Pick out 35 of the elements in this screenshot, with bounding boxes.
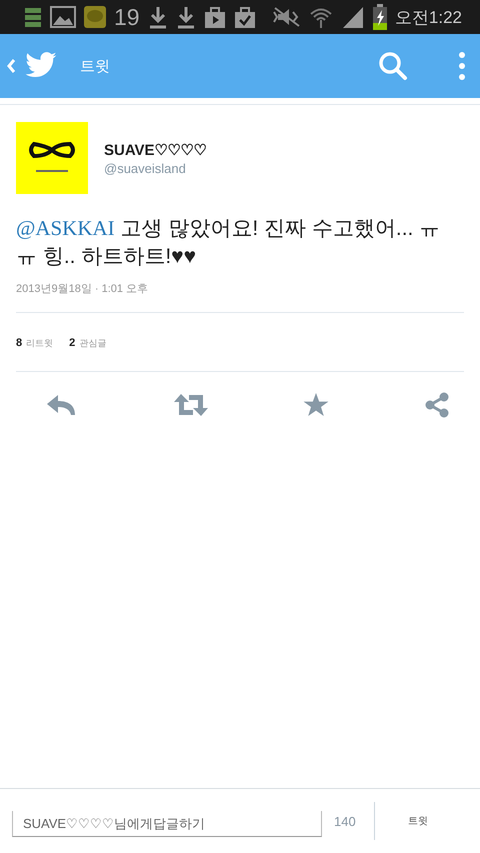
signal-icon xyxy=(340,5,365,29)
overflow-menu-icon[interactable] xyxy=(458,51,466,81)
play-bag-icon xyxy=(204,5,226,29)
display-name: SUAVE♡♡♡♡ xyxy=(104,140,207,158)
image-icon xyxy=(50,6,76,28)
clock-time: 오전1:22 xyxy=(394,6,462,28)
back-chevron-icon xyxy=(6,58,16,74)
notification-count: 19 xyxy=(114,4,140,30)
reply-input-field[interactable]: SUAVE♡♡♡♡님에게답글하기 xyxy=(12,811,322,837)
user-handle: @suaveisland xyxy=(104,160,187,176)
bird-logo-icon xyxy=(24,52,58,80)
stat-label: 관심글 xyxy=(79,338,106,348)
back-button[interactable] xyxy=(6,52,58,80)
retweet-icon[interactable] xyxy=(172,393,209,417)
stat-count: 8 xyxy=(16,337,22,349)
tweet-text: @ASKKAI 고생 많았어요! 진짜 수고했어... ㅠㅠ 힝.. 하트하트!♥♥ xyxy=(16,215,442,270)
tweet-timestamp: 2013년9월18일 · 1:01 오후 xyxy=(16,281,464,313)
download-icon xyxy=(148,5,168,29)
mention-link[interactable]: @ASKKAI xyxy=(16,216,115,240)
stat-label: 리트윗 xyxy=(26,338,54,348)
storage-icon xyxy=(24,6,42,28)
share-icon[interactable] xyxy=(424,392,450,418)
stat-count: 2 xyxy=(69,337,76,349)
screen-title: 트윗 xyxy=(80,56,110,76)
character-counter: 140 xyxy=(334,814,357,828)
battery-icon xyxy=(372,4,387,30)
search-icon[interactable] xyxy=(378,51,408,81)
chat-bubble-icon xyxy=(84,6,106,28)
check-bag-icon xyxy=(234,5,256,29)
download-icon xyxy=(176,5,196,29)
wifi-icon xyxy=(308,6,333,28)
reply-icon[interactable] xyxy=(46,393,78,417)
tweet-button[interactable]: 트윗 xyxy=(375,814,461,828)
mute-vibrate-icon xyxy=(272,6,301,28)
star-icon[interactable] xyxy=(303,393,330,417)
